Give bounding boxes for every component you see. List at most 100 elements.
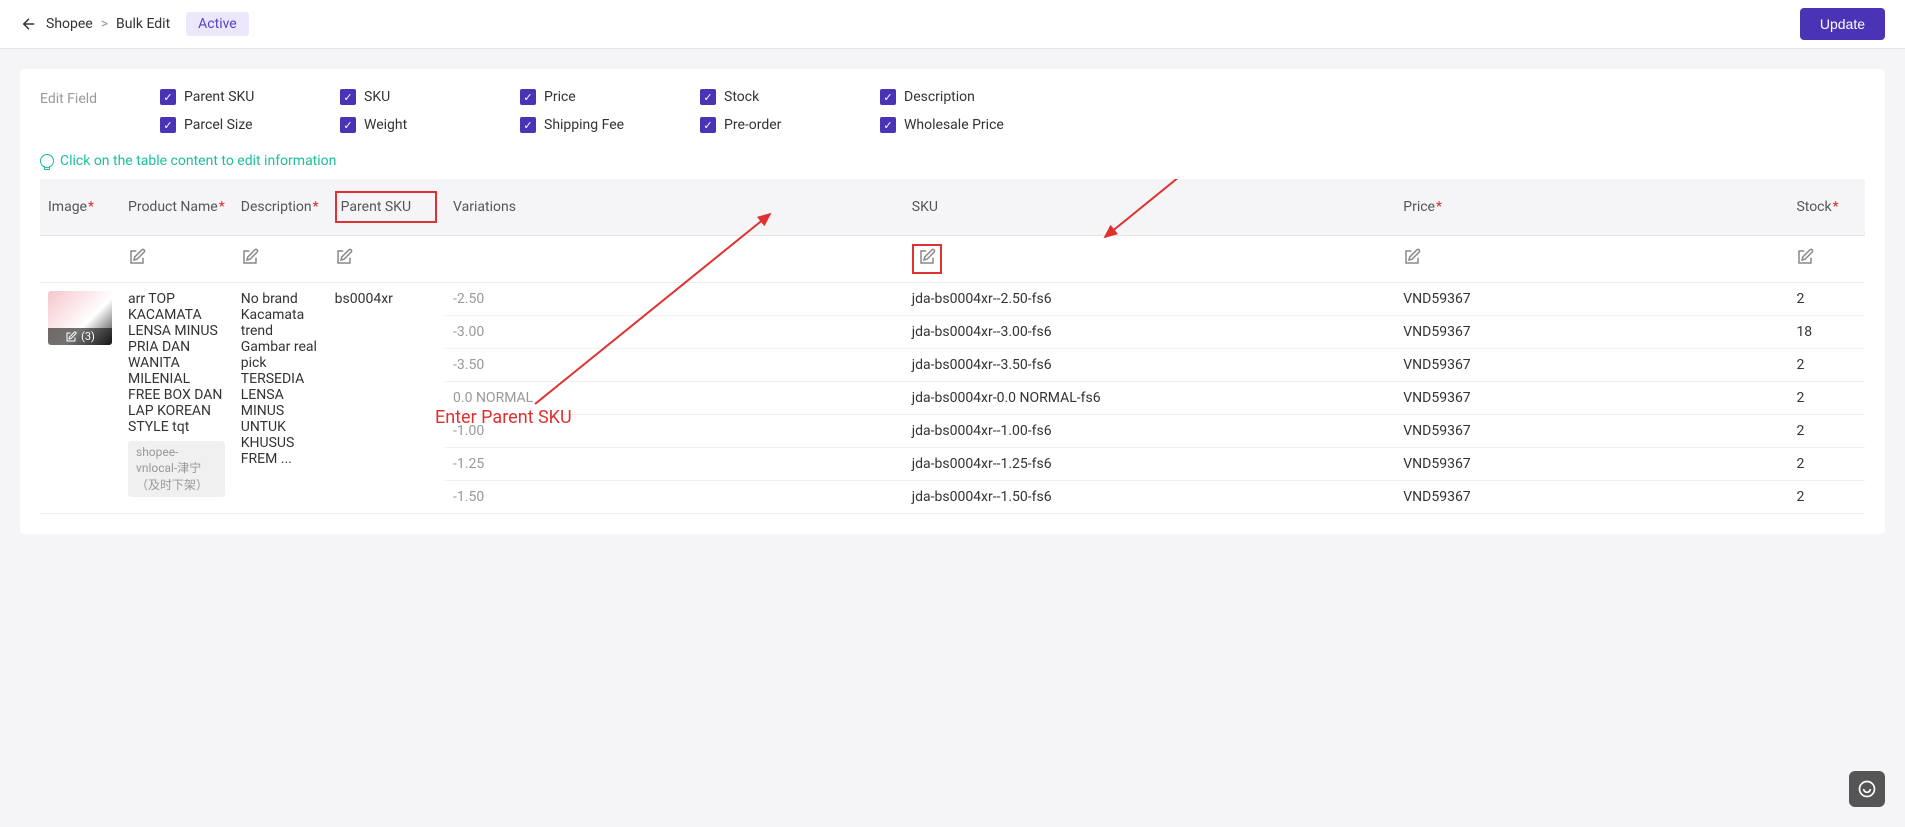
edit-field-weight[interactable]: ✓ Weight — [340, 117, 510, 133]
product-image[interactable]: (3) — [48, 291, 112, 345]
checkbox-icon[interactable]: ✓ — [520, 89, 536, 105]
variation-sku[interactable]: jda-bs0004xr--3.00-fs6 — [904, 316, 1395, 349]
variation-stock[interactable]: 2 — [1788, 349, 1865, 382]
variation-row: 0.0 NORMALjda-bs0004xr-0.0 NORMAL-fs6VND… — [445, 382, 1865, 415]
edit-price-icon[interactable] — [1403, 248, 1421, 266]
products-table: Image Product Name Description Parent SK… — [40, 179, 1865, 514]
variations-inner-table: -2.50jda-bs0004xr--2.50-fs6VND593672-3.0… — [445, 283, 1865, 513]
variation-name[interactable]: -3.50 — [445, 349, 904, 382]
variation-stock[interactable]: 2 — [1788, 481, 1865, 514]
variation-price[interactable]: VND59367 — [1395, 349, 1788, 382]
variation-sku[interactable]: jda-bs0004xr--3.50-fs6 — [904, 349, 1395, 382]
product-name-text[interactable]: arr TOP KACAMATA LENSA MINUS PRIA DAN WA… — [128, 291, 225, 435]
shop-tag: shopee-vnlocal-津宁（及时下架） — [128, 441, 225, 497]
variation-row: -2.50jda-bs0004xr--2.50-fs6VND593672 — [445, 283, 1865, 316]
variation-row: -1.25jda-bs0004xr--1.25-fs6VND593672 — [445, 448, 1865, 481]
variation-name[interactable]: -1.25 — [445, 448, 904, 481]
update-button[interactable]: Update — [1800, 8, 1885, 40]
chat-fab-button[interactable] — [1849, 771, 1885, 807]
edit-field-label: Parent SKU — [184, 89, 254, 105]
variation-sku[interactable]: jda-bs0004xr--2.50-fs6 — [904, 283, 1395, 316]
hint-text: Click on the table content to edit infor… — [40, 153, 1865, 169]
edit-field-label: Description — [904, 89, 975, 105]
variation-name[interactable]: -2.50 — [445, 283, 904, 316]
variation-price[interactable]: VND59367 — [1395, 415, 1788, 448]
parent-sku-value[interactable]: bs0004xr — [327, 283, 445, 514]
variation-stock[interactable]: 2 — [1788, 283, 1865, 316]
column-parent-sku: Parent SKU — [327, 179, 445, 236]
breadcrumb-separator: > — [101, 16, 108, 32]
edit-field-label: Shipping Fee — [544, 117, 624, 133]
checkbox-icon[interactable]: ✓ — [880, 117, 896, 133]
variation-price[interactable]: VND59367 — [1395, 283, 1788, 316]
variation-sku[interactable]: jda-bs0004xr-0.0 NORMAL-fs6 — [904, 382, 1395, 415]
checkbox-icon[interactable]: ✓ — [520, 117, 536, 133]
variation-row: -1.50jda-bs0004xr--1.50-fs6VND593672 — [445, 481, 1865, 514]
column-product-name: Product Name — [120, 179, 233, 236]
checkbox-icon[interactable]: ✓ — [160, 117, 176, 133]
variation-name[interactable]: 0.0 NORMAL — [445, 382, 904, 415]
edit-sku-icon[interactable] — [918, 248, 936, 266]
back-arrow-icon[interactable] — [20, 15, 38, 33]
variation-sku[interactable]: jda-bs0004xr--1.00-fs6 — [904, 415, 1395, 448]
column-variations: Variations — [445, 179, 904, 236]
edit-field-wholesale-price[interactable]: ✓ Wholesale Price — [880, 117, 1050, 133]
variation-price[interactable]: VND59367 — [1395, 316, 1788, 349]
edit-field-label: Wholesale Price — [904, 117, 1004, 133]
edit-field-description[interactable]: ✓ Description — [880, 89, 1050, 105]
variation-price[interactable]: VND59367 — [1395, 481, 1788, 514]
image-count-overlay: (3) — [48, 328, 112, 345]
variation-stock[interactable]: 18 — [1788, 316, 1865, 349]
variation-stock[interactable]: 2 — [1788, 382, 1865, 415]
checkbox-icon[interactable]: ✓ — [160, 89, 176, 105]
column-price: Price — [1395, 179, 1788, 236]
variation-stock[interactable]: 2 — [1788, 415, 1865, 448]
edit-field-label: Pre-order — [724, 117, 781, 133]
edit-field-label: SKU — [364, 89, 390, 105]
checkbox-icon[interactable]: ✓ — [700, 89, 716, 105]
checkbox-icon[interactable]: ✓ — [880, 89, 896, 105]
edit-name-icon[interactable] — [128, 248, 146, 266]
column-description: Description — [233, 179, 327, 236]
column-stock: Stock — [1788, 179, 1865, 236]
top-bar: Shopee > Bulk Edit Active Update — [0, 0, 1905, 49]
edit-field-price[interactable]: ✓ Price — [520, 89, 690, 105]
bulb-icon — [40, 154, 54, 168]
variation-price[interactable]: VND59367 — [1395, 382, 1788, 415]
breadcrumb: Shopee > Bulk Edit Active — [20, 12, 249, 36]
edit-field-label: Price — [544, 89, 576, 105]
edit-field-label: Stock — [724, 89, 759, 105]
variation-row: -3.00jda-bs0004xr--3.00-fs6VND5936718 — [445, 316, 1865, 349]
edit-field-shipping-fee[interactable]: ✓ Shipping Fee — [520, 117, 690, 133]
edit-field-sku[interactable]: ✓ SKU — [340, 89, 510, 105]
edit-field-stock[interactable]: ✓ Stock — [700, 89, 870, 105]
column-sku: SKU — [904, 179, 1395, 236]
edit-description-icon[interactable] — [241, 248, 259, 266]
edit-field-label: Edit Field — [40, 89, 110, 107]
edit-field-label: Parcel Size — [184, 117, 253, 133]
hint-label: Click on the table content to edit infor… — [60, 153, 336, 169]
breadcrumb-shopee[interactable]: Shopee — [46, 16, 93, 32]
edit-field-label: Weight — [364, 117, 407, 133]
column-image: Image — [40, 179, 120, 236]
edit-field-parcel-size[interactable]: ✓ Parcel Size — [160, 117, 330, 133]
variation-price[interactable]: VND59367 — [1395, 448, 1788, 481]
variation-name[interactable]: -3.00 — [445, 316, 904, 349]
product-description[interactable]: No brand Kacamata trend Gambar real pick… — [233, 283, 327, 514]
variation-row: -3.50jda-bs0004xr--3.50-fs6VND593672 — [445, 349, 1865, 382]
table-wrapper: Image Product Name Description Parent SK… — [40, 179, 1865, 514]
variation-name[interactable]: -1.00 — [445, 415, 904, 448]
checkbox-icon[interactable]: ✓ — [700, 117, 716, 133]
variation-sku[interactable]: jda-bs0004xr--1.50-fs6 — [904, 481, 1395, 514]
edit-field-parent-sku[interactable]: ✓ Parent SKU — [160, 89, 330, 105]
variation-stock[interactable]: 2 — [1788, 448, 1865, 481]
edit-field-pre-order[interactable]: ✓ Pre-order — [700, 117, 870, 133]
main-panel: Edit Field ✓ Parent SKU ✓ SKU ✓ Price ✓ Stock ✓ D… — [20, 69, 1885, 534]
checkbox-icon[interactable]: ✓ — [340, 117, 356, 133]
checkbox-icon[interactable]: ✓ — [340, 89, 356, 105]
variation-sku[interactable]: jda-bs0004xr--1.25-fs6 — [904, 448, 1395, 481]
variation-name[interactable]: -1.50 — [445, 481, 904, 514]
edit-parent-sku-icon[interactable] — [335, 248, 353, 266]
edit-stock-icon[interactable] — [1796, 248, 1814, 266]
breadcrumb-bulk-edit[interactable]: Bulk Edit — [116, 16, 170, 32]
